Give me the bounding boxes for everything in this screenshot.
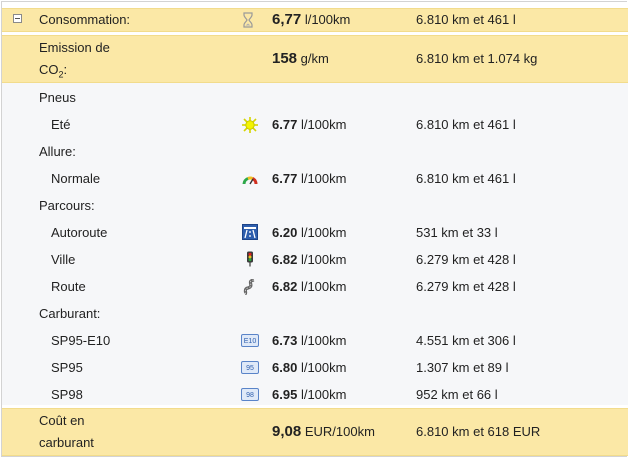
pace-value: 6.77 l/100km xyxy=(272,171,347,186)
fuel-98-icon: 98 xyxy=(241,388,259,401)
pace-title: Allure: xyxy=(39,144,76,159)
emission-row: Emission de CO2: 158 g/km 6.810 km et 1.… xyxy=(2,35,628,83)
fuel-e10-value: 6.73 l/100km xyxy=(272,333,347,348)
tires-distance: 6.810 km et 461 l xyxy=(416,117,516,132)
consumption-label: Consommation: xyxy=(39,12,131,27)
collapse-toggle[interactable] xyxy=(13,14,22,23)
road-label: Route xyxy=(51,279,86,294)
emission-value: 158 g/km xyxy=(272,50,329,67)
emission-distance: 6.810 km et 1.074 kg xyxy=(416,51,538,66)
fuel-e10-row: SP95-E10 E10 6.73 l/100km 4.551 km et 30… xyxy=(2,330,628,352)
city-row: Ville 6.82 l/100km 6.279 km et 428 l xyxy=(2,249,628,271)
highway-label: Autoroute xyxy=(51,225,108,240)
tires-value: 6.77 l/100km xyxy=(272,117,347,132)
tires-row: Eté 6.77 l/100km 6.810 km et 461 l xyxy=(2,114,628,136)
highway-value: 6.20 l/100km xyxy=(272,225,347,240)
fuel-98-distance: 952 km et 66 l xyxy=(416,387,498,402)
pace-row: Normale 6.77 l/100km 6.810 km et 461 l xyxy=(2,168,628,190)
highway-distance: 531 km et 33 l xyxy=(416,225,498,240)
fuel-e10-distance: 4.551 km et 306 l xyxy=(416,333,516,348)
hourglass-icon xyxy=(243,12,253,28)
pace-distance: 6.810 km et 461 l xyxy=(416,171,516,186)
fuel-95-distance: 1.307 km et 89 l xyxy=(416,360,509,375)
fuel-95-icon: 95 xyxy=(241,361,259,374)
consumption-summary-panel: Consommation: 6,77 l/100km 6.810 km et 4… xyxy=(1,1,628,457)
fuel-e10-label: SP95-E10 xyxy=(51,333,111,348)
fuel-95-row: SP95 95 6.80 l/100km 1.307 km et 89 l xyxy=(2,357,628,379)
fuel-cost-value: 9,08 EUR/100km xyxy=(272,423,375,440)
road-value: 6.82 l/100km xyxy=(272,279,347,294)
road-row: Route 6.82 l/100km 6.279 km et 428 l xyxy=(2,276,628,298)
fuel-95-value: 6.80 l/100km xyxy=(272,360,347,375)
winding-road-icon xyxy=(243,279,255,295)
highway-row: Autoroute 6.20 l/100km 531 km et 33 l xyxy=(2,222,628,244)
fuel-cost-row: Coût en carburant 9,08 EUR/100km 6.810 k… xyxy=(2,408,628,456)
sun-icon xyxy=(242,117,258,133)
highway-icon xyxy=(242,224,258,240)
road-distance: 6.279 km et 428 l xyxy=(416,279,516,294)
traffic-light-icon xyxy=(247,251,253,267)
emission-label-line1: Emission de xyxy=(39,40,110,55)
consumption-value: 6,77 l/100km xyxy=(272,11,351,28)
fuel-95-label: SP95 xyxy=(51,360,83,375)
city-label: Ville xyxy=(51,252,76,267)
fuel-title: Carburant: xyxy=(39,306,101,321)
details-section: Pneus Eté 6.77 l/100km 6.810 km et 461 l… xyxy=(2,83,628,405)
fuel-cost-label-line1: Coût en xyxy=(39,413,85,428)
fuel-98-label: SP98 xyxy=(51,387,83,402)
fuel-cost-label-line2: carburant xyxy=(39,435,94,450)
route-title: Parcours: xyxy=(39,198,95,213)
fuel-98-value: 6.95 l/100km xyxy=(272,387,347,402)
city-value: 6.82 l/100km xyxy=(272,252,347,267)
emission-label-line2: CO2: xyxy=(39,62,68,80)
fuel-cost-distance: 6.810 km et 618 EUR xyxy=(416,424,541,439)
city-distance: 6.279 km et 428 l xyxy=(416,252,516,267)
gauge-icon xyxy=(242,176,258,185)
fuel-e10-icon: E10 xyxy=(241,334,259,347)
fuel-98-row: SP98 98 6.95 l/100km 952 km et 66 l xyxy=(2,384,628,406)
consumption-row: Consommation: 6,77 l/100km 6.810 km et 4… xyxy=(2,8,628,32)
pace-label: Normale xyxy=(51,171,101,186)
tires-label: Eté xyxy=(51,117,71,132)
consumption-distance: 6.810 km et 461 l xyxy=(416,12,516,27)
tires-title: Pneus xyxy=(39,90,76,105)
